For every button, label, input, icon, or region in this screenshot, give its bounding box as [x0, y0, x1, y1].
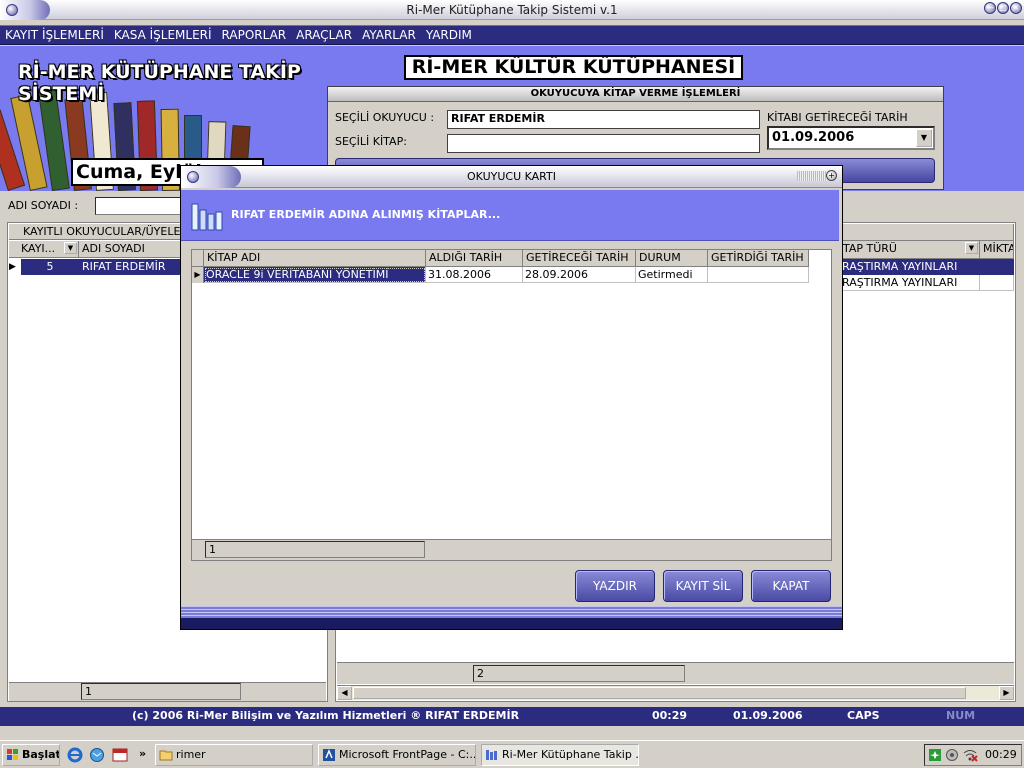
menu-yardim[interactable]: YARDIM [421, 26, 477, 44]
readers-record-position: 1 [81, 683, 241, 700]
readers-col-name[interactable]: ADI SOYADI [79, 241, 189, 258]
selected-book-field[interactable] [447, 134, 760, 153]
chevron-down-icon[interactable]: ▼ [965, 242, 978, 254]
selected-book-label: SEÇİLİ KİTAP: [335, 135, 407, 148]
close-dialog-button[interactable]: KAPAT [751, 570, 831, 602]
taskbar-rimer-app[interactable]: Ri-Mer Kütüphane Takip ... [481, 744, 639, 766]
security-icon[interactable] [928, 748, 942, 762]
taskbar: Başlat » rimer Microsoft FrontPage - C:.… [0, 740, 1024, 768]
status-copyright: (c) 2006 Ri-Mer Bilişim ve Yazılım Hizme… [132, 709, 520, 722]
row-pointer-icon: ▶ [9, 262, 16, 272]
book-row-type[interactable]: RAŞTIRMA YAYINLARI [840, 259, 980, 275]
borrowed-record-position: 1 [205, 541, 425, 558]
books-hscrollbar[interactable]: ◀ ▶ [337, 685, 1014, 700]
borrowed-row-status[interactable]: Getirmedi [636, 267, 708, 283]
internet-explorer-icon[interactable] [67, 747, 83, 763]
books-col-amount[interactable]: MİKTA [980, 241, 1014, 259]
dialog-grip [797, 171, 827, 181]
dialog-close-icon[interactable]: + [826, 170, 837, 181]
menu-kasa[interactable]: KASA İŞLEMLERİ [109, 26, 217, 44]
borrowed-row-returned[interactable] [708, 267, 809, 283]
borrowed-row-taken[interactable]: 31.08.2006 [426, 267, 523, 283]
search-name-label: ADI SOYADI : [8, 199, 79, 212]
window-title: Ri-Mer Kütüphane Takip Sistemi v.1 [406, 3, 618, 17]
toolbar-overflow[interactable]: » [139, 747, 146, 760]
scroll-right-icon[interactable]: ▶ [999, 686, 1014, 700]
start-button[interactable]: Başlat [2, 744, 60, 766]
close-icon[interactable]: × [1010, 2, 1022, 14]
return-date-label: KİTABI GETİRECEĞİ TARİH [767, 111, 908, 124]
borrowed-books-grid[interactable] [191, 249, 832, 561]
maximize-icon[interactable]: □ [997, 2, 1009, 14]
return-date-value: 01.09.2006 [772, 130, 855, 145]
books-record-position: 2 [473, 665, 685, 682]
books-col-type[interactable]: TAP TÜRÜ ▼ [840, 241, 980, 259]
menu-raporlar[interactable]: RAPORLAR [217, 26, 292, 44]
chevron-down-icon[interactable]: ▼ [916, 129, 932, 147]
dialog-title: OKUYUCU KARTI [467, 170, 556, 183]
library-title: Rİ-MER KÜLTÜR KÜTÜPHANESİ [404, 55, 743, 80]
frontpage-icon [323, 749, 335, 761]
status-bar: (c) 2006 Ri-Mer Bilişim ve Yazılım Hizme… [0, 707, 1024, 726]
status-time: 00:29 [652, 709, 688, 722]
scroll-left-icon[interactable]: ◀ [337, 686, 352, 700]
selected-reader-label: SEÇİLİ OKUYUCU : [335, 111, 435, 124]
print-button[interactable]: YAZDIR [575, 570, 655, 602]
readers-grid-caption: KAYITLI OKUYUCULAR/ÜYELER [9, 224, 189, 240]
library-app-icon [486, 750, 497, 760]
col-taken-date[interactable]: ALDIĞI TARİH [426, 250, 523, 267]
book-row-amount[interactable] [980, 259, 1014, 275]
outlook-express-icon[interactable] [89, 747, 105, 763]
menu-bar: KAYIT İŞLEMLERİ KASA İŞLEMLERİ RAPORLAR … [0, 25, 1024, 45]
app-name: Rİ-MER KÜTÜPHANE TAKİP SİSTEMİ [18, 61, 301, 105]
tray-clock[interactable]: 00:29 [985, 745, 1017, 765]
status-num: NUM [946, 709, 976, 722]
col-due-date[interactable]: GETİRECEĞİ TARİH [523, 250, 636, 267]
dialog-footer-strip [181, 606, 842, 618]
loan-panel-heading: OKUYUCUYA KİTAP VERME İŞLEMLERİ [328, 87, 943, 102]
menu-kayit[interactable]: KAYIT İŞLEMLERİ [0, 26, 109, 44]
taskbar-folder-rimer[interactable]: rimer [155, 744, 313, 766]
menu-ayarlar[interactable]: AYARLAR [357, 26, 421, 44]
col-returned-date[interactable]: GETİRDİĞİ TARİH [708, 250, 809, 267]
menu-araclar[interactable]: ARAÇLAR [291, 26, 357, 44]
status-date: 01.09.2006 [733, 709, 803, 722]
taskbar-frontpage[interactable]: Microsoft FrontPage - C:... [318, 744, 476, 766]
bar-chart-icon [191, 203, 223, 231]
scroll-thumb[interactable] [353, 687, 966, 699]
status-caps: CAPS [847, 709, 880, 722]
spellcheck-icon[interactable] [112, 747, 128, 763]
readers-col-id[interactable]: KAYI... ▼ [9, 241, 79, 258]
chevron-down-icon[interactable]: ▼ [64, 242, 77, 254]
dialog-heading: RIFAT ERDEMİR ADINA ALINMIŞ KİTAPLAR... [231, 208, 501, 221]
windows-logo-icon [7, 749, 18, 760]
folder-icon [159, 750, 173, 761]
reader-row-id[interactable]: 5 [21, 259, 79, 275]
system-tray: 00:29 [924, 744, 1022, 766]
col-status[interactable]: DURUM [636, 250, 708, 267]
search-name-input[interactable] [95, 197, 185, 215]
reader-row-name[interactable]: RIFAT ERDEMİR [79, 259, 189, 275]
wireless-network-icon[interactable] [962, 748, 978, 762]
minimize-icon[interactable]: — [984, 2, 996, 14]
volume-icon[interactable] [945, 748, 959, 762]
borrowed-row-due[interactable]: 28.09.2006 [523, 267, 636, 283]
col-book-title[interactable]: KİTAP ADI [204, 250, 426, 267]
delete-record-button[interactable]: KAYIT SİL [663, 570, 743, 602]
book-row-type[interactable]: RAŞTIRMA YAYINLARI [840, 275, 980, 291]
grid-corner [192, 250, 204, 267]
book-row-amount[interactable] [980, 275, 1014, 291]
return-date-combo[interactable]: 01.09.2006 ▼ [767, 126, 935, 150]
selected-reader-field[interactable]: RIFAT ERDEMİR [447, 110, 760, 129]
window-controls: — □ × [984, 2, 1022, 18]
row-pointer-icon: ▶ [192, 267, 204, 283]
borrowed-row-title[interactable]: ORACLE 9i VERİTABANI YÖNETİMİ [204, 267, 426, 283]
